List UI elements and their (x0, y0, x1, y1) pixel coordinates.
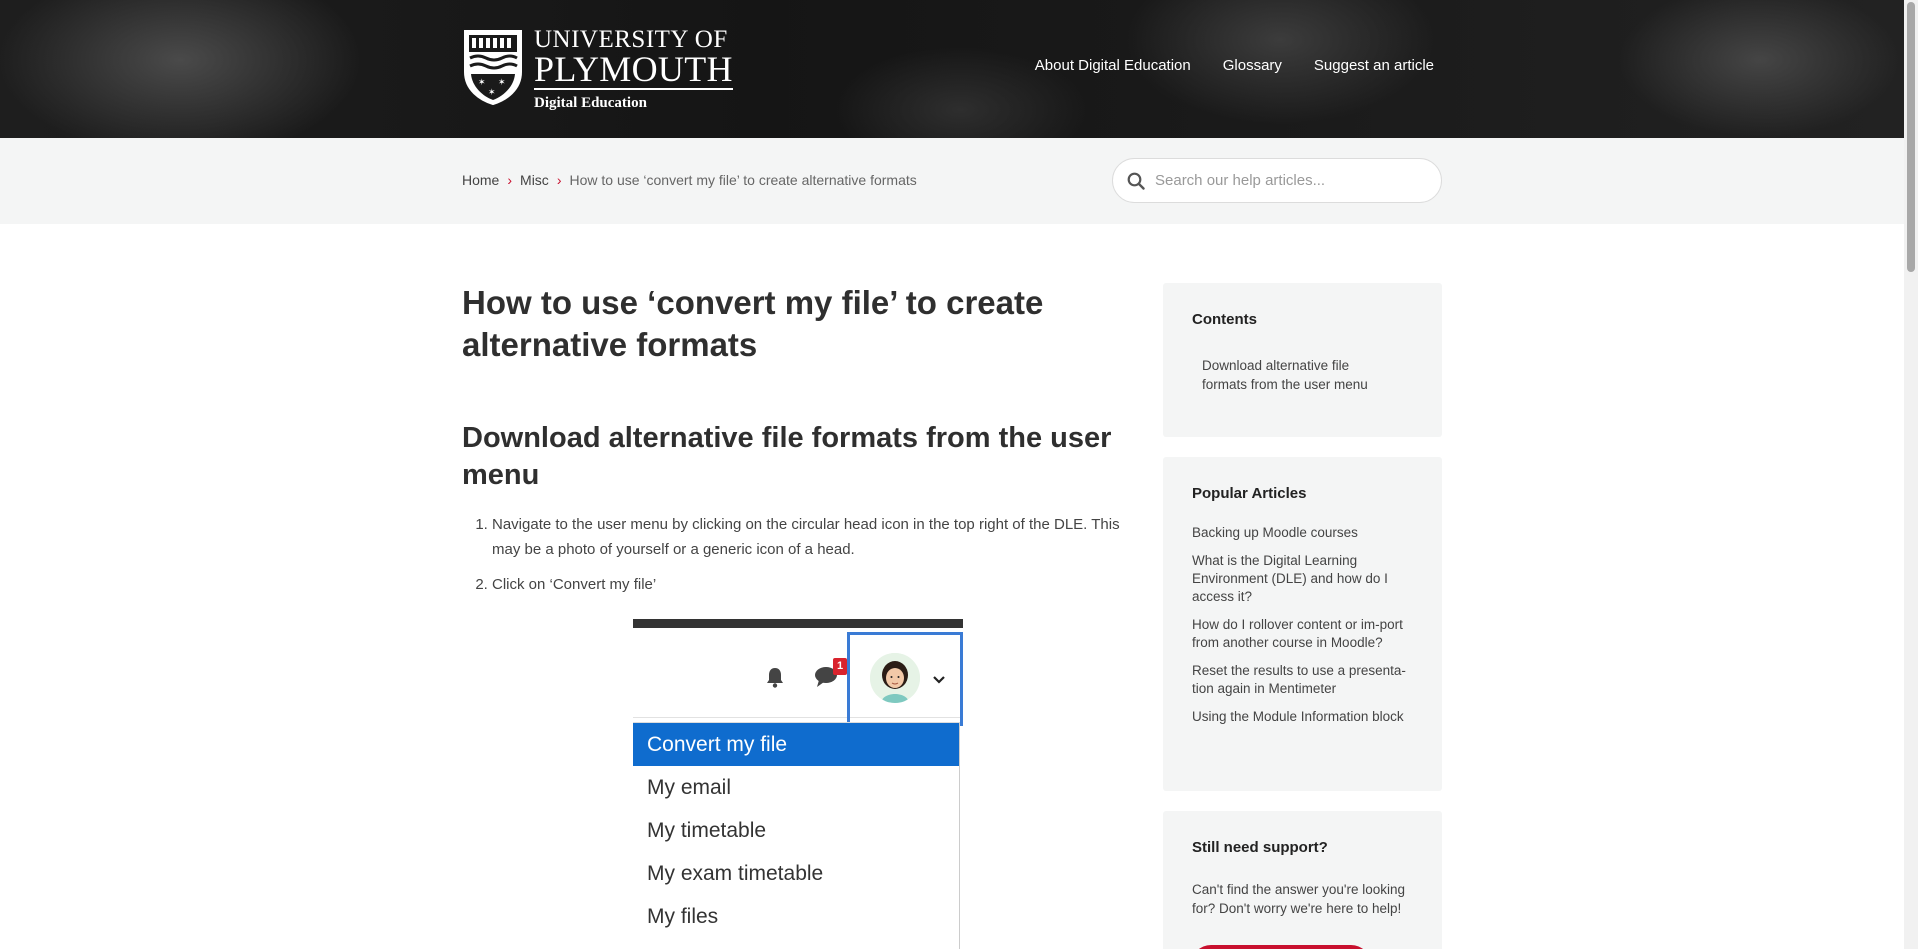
nav-about-digital-education[interactable]: About Digital Education (1035, 57, 1191, 74)
menu-item-my-exam-timetable: My exam timetable (647, 862, 824, 885)
menu-item-my-files: My files (647, 905, 719, 928)
contents-heading: Contents (1192, 311, 1257, 328)
university-logo[interactable]: ✶ ✶ ✶ UNIVERSITY OF PLYMOUTH Digital Educa… (462, 27, 733, 112)
page-scrollbar[interactable] (1904, 0, 1918, 949)
scrollbar-thumb[interactable] (1907, 2, 1915, 272)
svg-text:✶: ✶ (488, 88, 496, 98)
nav-suggest-article[interactable]: Suggest an article (1314, 57, 1434, 74)
breadcrumb-home[interactable]: Home (462, 172, 499, 188)
chevron-right-icon: › (556, 172, 562, 188)
figure-topbar (633, 619, 963, 628)
top-navigation: About Digital Education Glossary Suggest… (1035, 57, 1434, 74)
section-heading: Download alternative file formats from t… (462, 422, 1112, 491)
logo-line-digital-education: Digital Education (534, 95, 647, 111)
popular-article-link[interactable]: Using the Module Information block (1192, 708, 1412, 726)
user-avatar-icon (870, 653, 920, 703)
logo-wordmark: UNIVERSITY OF PLYMOUTH Digital Education (534, 27, 733, 112)
step-item: Click on ‘Convert my file’ (492, 572, 1132, 597)
popular-article-link[interactable]: How do I rollover content or im-port fro… (1192, 616, 1412, 652)
popular-articles-panel: Popular Articles Backing up Moodle cours… (1163, 457, 1442, 791)
search-input[interactable] (1155, 172, 1425, 189)
contact-support-button[interactable] (1191, 945, 1371, 949)
menu-item-convert-my-file: Convert my file (633, 723, 959, 766)
popular-article-link[interactable]: Backing up Moodle courses (1192, 524, 1412, 542)
bell-icon (767, 668, 783, 688)
steps-list: Navigate to the user menu by clicking on… (462, 512, 1132, 597)
user-menu-highlight (847, 632, 963, 726)
nav-glossary[interactable]: Glossary (1223, 57, 1282, 74)
support-heading: Still need support? (1192, 839, 1328, 856)
support-text: Can't find the answer you're looking for… (1192, 882, 1406, 916)
article-main: How to use ‘convert my file’ to create a… (462, 282, 1132, 607)
figure-dle-header: 1 (633, 628, 963, 726)
message-count-badge: 1 (833, 658, 847, 675)
search-box[interactable] (1112, 158, 1442, 203)
figure-user-dropdown: Convert my file My email My timetable My… (633, 722, 960, 949)
popular-articles-list: Backing up Moodle courses What is the Di… (1192, 524, 1413, 726)
step-item: Navigate to the user menu by clicking on… (492, 512, 1132, 562)
breadcrumb-current: How to use ‘convert my file’ to create a… (569, 172, 917, 188)
chevron-right-icon: › (507, 172, 513, 188)
breadcrumb-bar: Home › Misc › How to use ‘convert my fil… (0, 138, 1904, 224)
screenshot-figure: 1 Convert my file My email My timetable … (633, 619, 963, 949)
chevron-down-icon (933, 676, 945, 684)
university-crest-icon: ✶ ✶✶ (464, 30, 522, 106)
logo-line-plymouth: PLYMOUTH (534, 49, 733, 90)
popular-article-link[interactable]: What is the Digital Learning Environment… (1192, 552, 1412, 606)
menu-item-my-timetable: My timetable (647, 819, 767, 842)
popular-article-link[interactable]: Reset the results to use a presenta-tion… (1192, 662, 1412, 698)
search-icon (1127, 172, 1145, 190)
breadcrumb-misc[interactable]: Misc (520, 172, 549, 188)
menu-item-my-email: My email (647, 776, 732, 799)
contents-link[interactable]: Download alternative file formats from t… (1192, 356, 1392, 394)
site-header: ✶ ✶ ✶ UNIVERSITY OF PLYMOUTH Digital Educa… (0, 0, 1904, 138)
support-panel: Still need support? Can't find the answe… (1163, 811, 1442, 949)
contents-panel: Contents Download alternative file forma… (1163, 283, 1442, 437)
svg-text:✶: ✶ (498, 78, 506, 88)
popular-articles-heading: Popular Articles (1192, 485, 1307, 502)
article-title: How to use ‘convert my file’ to create a… (462, 284, 1044, 363)
svg-text:✶: ✶ (478, 78, 486, 88)
breadcrumb: Home › Misc › How to use ‘convert my fil… (462, 172, 917, 188)
